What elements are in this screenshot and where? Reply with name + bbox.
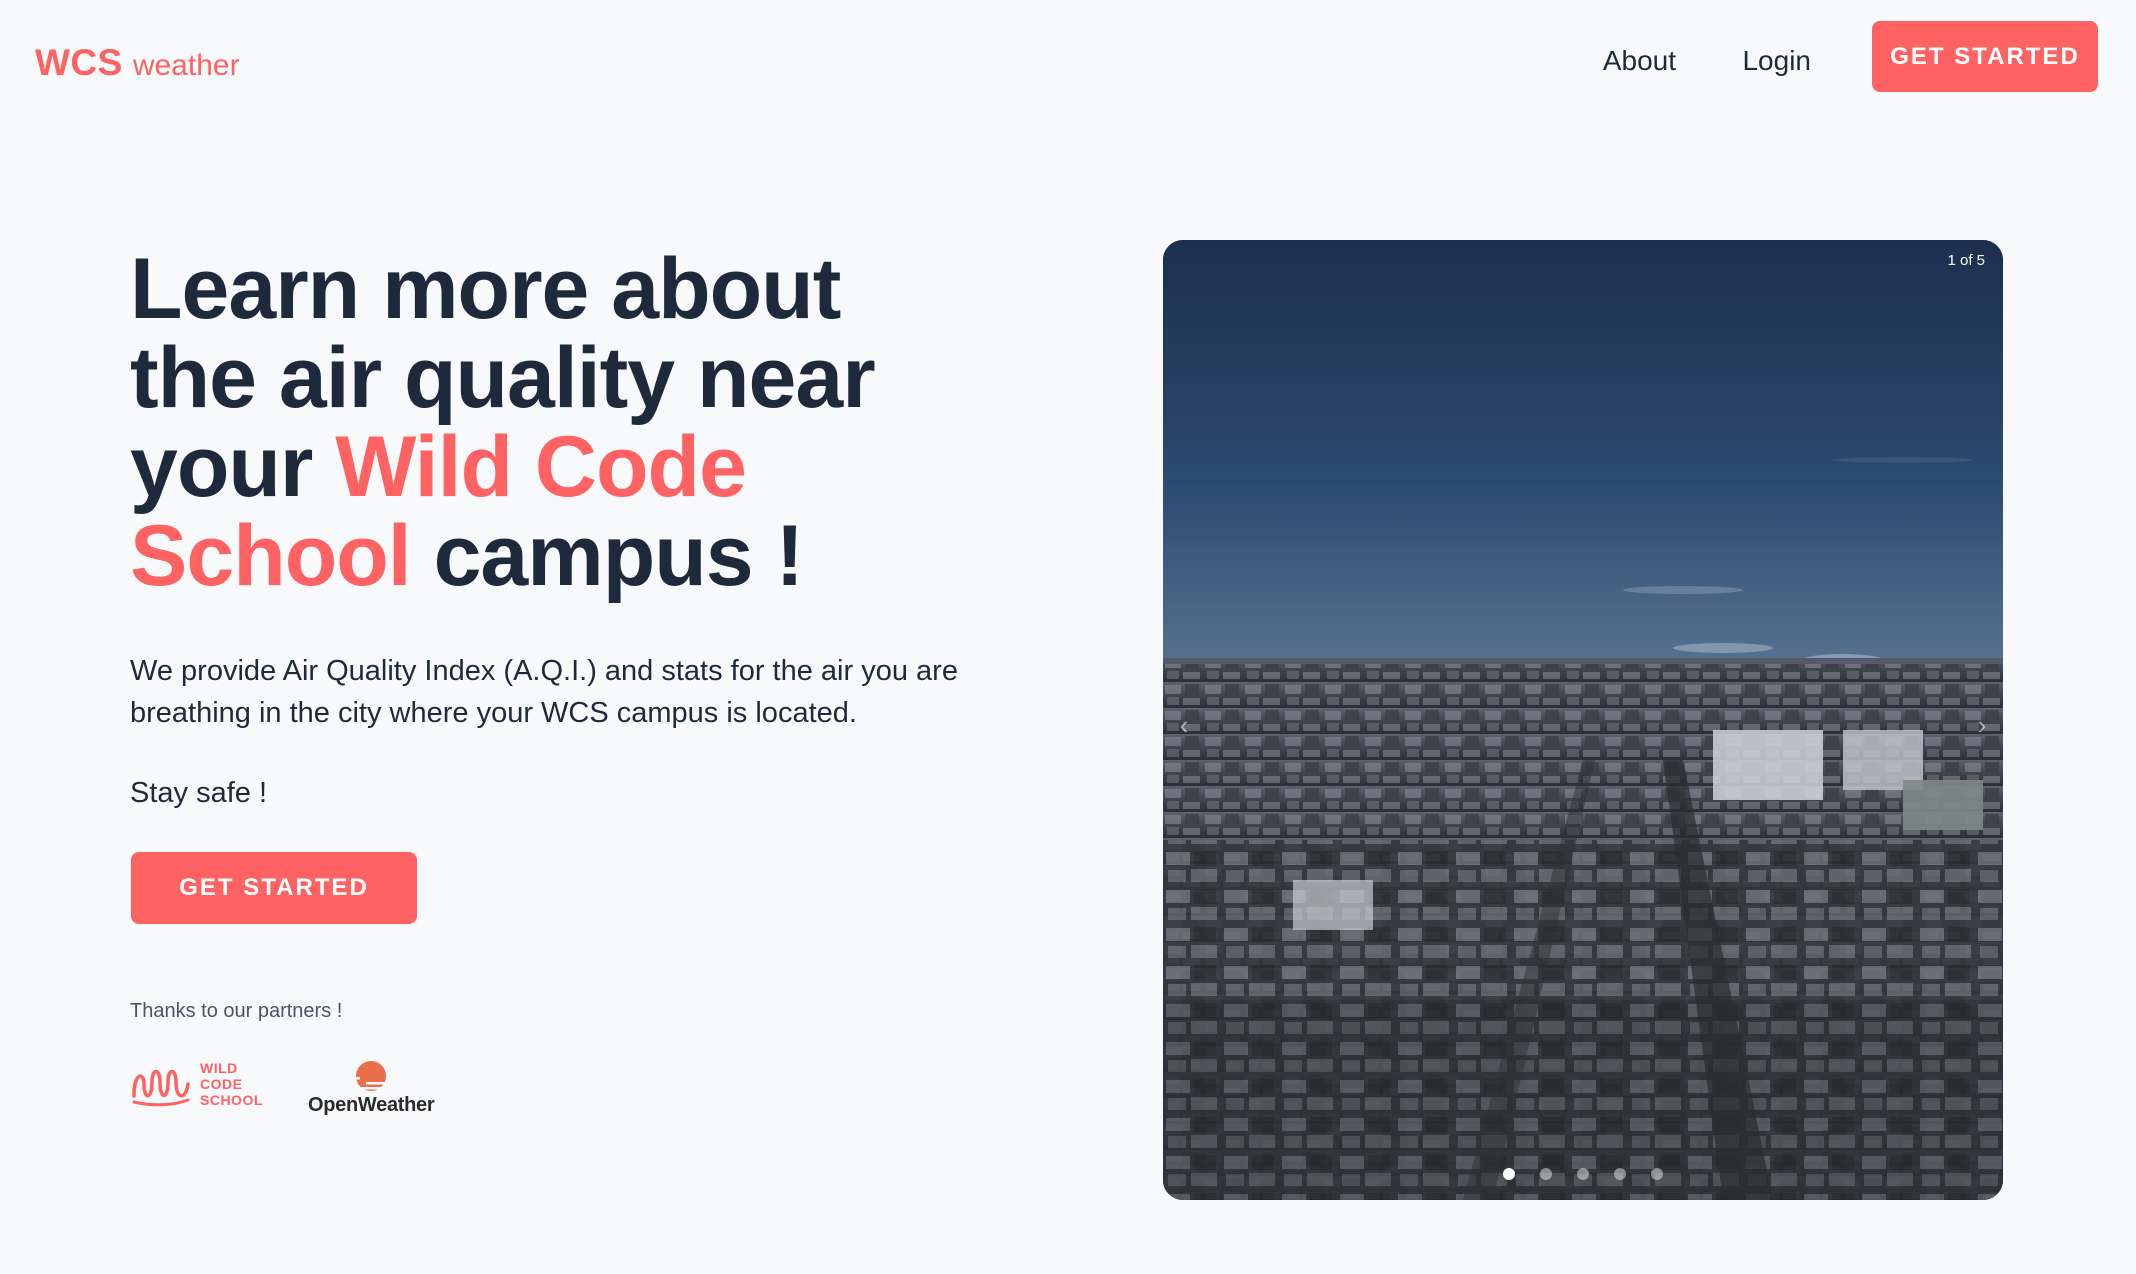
carousel-dot-3[interactable] xyxy=(1577,1168,1589,1180)
hero-get-started-button[interactable]: GET STARTED xyxy=(131,852,417,924)
carousel-dot-1[interactable] xyxy=(1503,1168,1515,1180)
hero-title-part2: campus ! xyxy=(410,508,805,604)
city-image-carousel[interactable]: 1 of 5 ‹ › xyxy=(1163,240,2003,1200)
partner-wild-code-school-logo[interactable]: WILD CODE SCHOOL xyxy=(130,1060,263,1108)
logo-subtitle: weather xyxy=(132,49,240,82)
carousel-prev-button[interactable]: ‹ xyxy=(1169,705,1199,745)
hero-stay-safe: Stay safe ! xyxy=(130,777,268,809)
nav-about-link[interactable]: About xyxy=(1603,45,1676,77)
carousel-next-button[interactable]: › xyxy=(1967,705,1997,745)
hero-title: Learn more about the air quality near yo… xyxy=(130,245,970,601)
nav-login-link[interactable]: Login xyxy=(1742,45,1811,77)
header-get-started-button[interactable]: GET STARTED xyxy=(1872,21,2098,92)
carousel-dots xyxy=(1163,1168,2003,1180)
openweather-wordmark: OpenWeather xyxy=(308,1094,435,1116)
wcs-wordmark-line3: SCHOOL xyxy=(200,1092,263,1108)
wcs-wordmark-line1: WILD xyxy=(200,1060,238,1076)
partners-label: Thanks to our partners ! xyxy=(130,1000,343,1022)
carousel-dot-2[interactable] xyxy=(1540,1168,1552,1180)
carousel-slide-counter: 1 of 5 xyxy=(1947,252,1985,269)
openweather-sun-icon xyxy=(350,1061,389,1091)
chevron-left-icon: ‹ xyxy=(1179,709,1189,740)
chevron-right-icon: › xyxy=(1977,709,1987,740)
carousel-dot-5[interactable] xyxy=(1651,1168,1663,1180)
landing-page: WCS weather About Login GET STARTED Lear… xyxy=(0,0,2136,1274)
wild-code-school-icon xyxy=(132,1069,190,1107)
city-aerial-photo xyxy=(1163,240,2003,1200)
carousel-dot-4[interactable] xyxy=(1614,1168,1626,1180)
logo-brand: WCS xyxy=(35,42,123,83)
partner-openweather-logo[interactable]: OpenWeather xyxy=(308,1058,435,1117)
hero-description: We provide Air Quality Index (A.Q.I.) an… xyxy=(130,655,958,729)
wcs-wordmark-line2: CODE xyxy=(200,1076,243,1092)
wild-code-school-wordmark: WILD CODE SCHOOL xyxy=(200,1060,263,1108)
logo[interactable]: WCS weather xyxy=(35,42,240,84)
